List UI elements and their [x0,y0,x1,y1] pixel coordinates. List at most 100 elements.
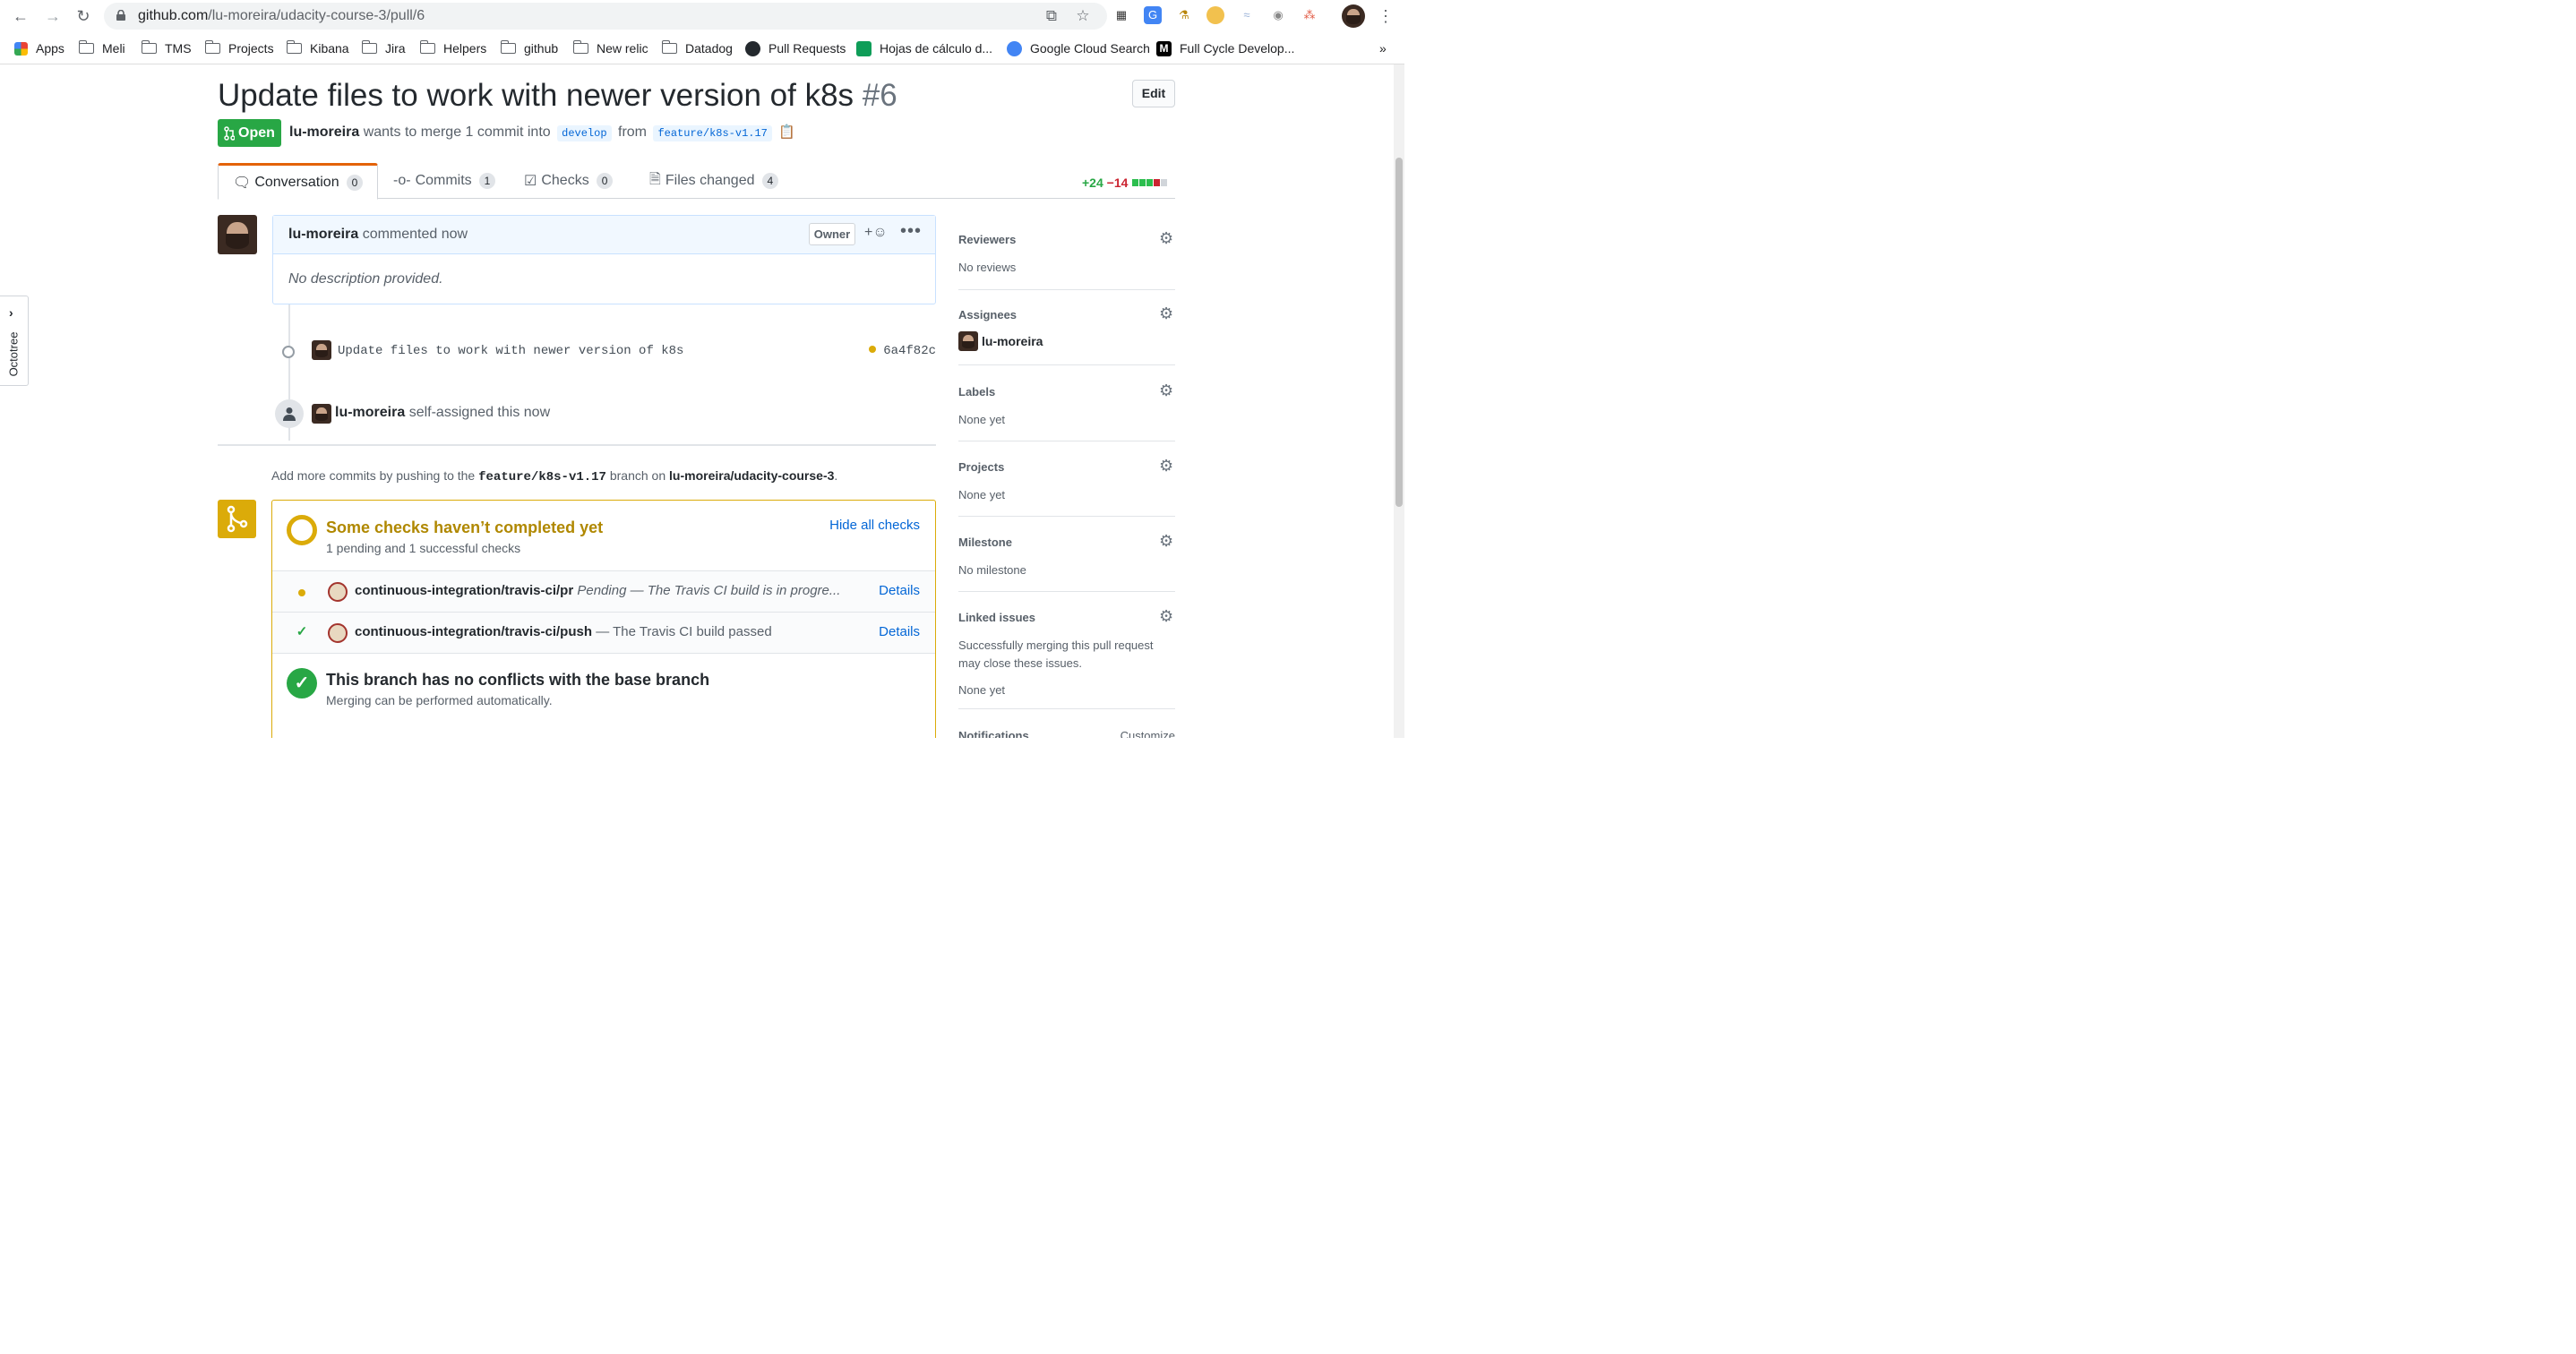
person-icon [275,399,304,428]
bookmark-kibana[interactable]: Kibana [286,39,349,57]
bookmark-tms[interactable]: TMS [141,39,192,57]
folder-icon [419,40,435,54]
star-icon[interactable]: ☆ [1074,7,1092,25]
hide-all-checks-link[interactable]: Hide all checks [829,518,920,533]
avatar[interactable] [958,331,978,351]
back-arrow-icon[interactable]: ← [9,4,32,28]
customize-button[interactable]: Customize [1121,729,1175,738]
avatar[interactable] [312,340,331,360]
pull-request-icon [224,125,236,141]
cloud-search-icon [1007,40,1022,56]
gear-icon[interactable]: ⚙ [1159,305,1175,321]
details-link[interactable]: Details [879,583,920,598]
bookmark-pull-requests[interactable]: Pull Requests [745,39,846,57]
head-branch[interactable]: feature/k8s-v1.17 [653,125,772,141]
merge-checks-box: Some checks haven’t completed yet 1 pend… [271,500,936,738]
bookmark-meli[interactable]: Meli [78,39,125,57]
bookmark-datadog[interactable]: Datadog [661,39,733,57]
qr-extension-icon[interactable]: ▦ [1112,6,1130,24]
sidebar-value: None yet [958,413,1006,426]
gear-icon[interactable]: ⚙ [1159,458,1175,474]
sidebar-assignees[interactable]: Assignees ⚙ lu-moreira [958,305,1175,365]
scrollbar[interactable] [1394,64,1404,738]
comment-author[interactable]: lu-moreira [288,227,358,242]
bookmark-google-cloud-search[interactable]: Google Cloud Search [1007,39,1150,57]
more-options-icon[interactable]: ••• [900,221,922,242]
gear-icon[interactable]: ⚙ [1159,230,1175,246]
sidebar-value: No milestone [958,563,1026,577]
sidebar-heading: Linked issues [958,611,1035,624]
merge-text: wants to merge 1 commit into [363,124,551,140]
profile-avatar[interactable] [1342,4,1365,28]
details-link[interactable]: Details [879,624,920,639]
bookmark-label: Hojas de cálculo d... [880,41,993,56]
bookmark-label: Helpers [443,41,487,56]
sidebar-reviewers[interactable]: Reviewers ⚙ No reviews [958,230,1175,290]
folder-icon [572,40,588,54]
tab-checks[interactable]: ☑ Checks 0 [524,163,614,199]
cloud-extension-icon[interactable]: ≈ [1238,6,1256,24]
bookmark-helpers[interactable]: Helpers [419,39,487,57]
avatar[interactable] [312,404,331,424]
bookmark-label: Full Cycle Develop... [1180,41,1295,56]
assignee-link[interactable]: lu-moreira [335,405,405,420]
gear-icon[interactable]: ⚙ [1159,533,1175,549]
sidebar-projects[interactable]: Projects ⚙ None yet [958,458,1175,517]
edit-button[interactable]: Edit [1132,80,1175,107]
gear-icon[interactable]: ⚙ [1159,608,1175,624]
comment-body: No description provided. [288,271,443,287]
from-text: from [618,124,647,140]
octotree-toggle[interactable]: › Octotree [0,296,29,386]
bookmark-apps[interactable]: Apps [14,39,64,57]
assignee-name[interactable]: lu-moreira [982,332,1043,350]
file-diff-icon: 🗎 [649,171,661,187]
reload-icon[interactable]: ↻ [72,4,95,28]
avatar[interactable] [218,215,257,254]
github-icon [745,40,760,56]
assign-text: lu-moreira self-assigned this now [335,405,551,420]
repo-link[interactable]: lu-moreira/udacity-course-3 [669,468,834,483]
google-translate-extension-icon[interactable]: G [1144,6,1162,24]
bookmark-github[interactable]: github [500,39,558,57]
commit-message[interactable]: Update files to work with newer version … [338,344,683,358]
author-link[interactable]: lu-moreira [289,124,359,140]
tab-commits[interactable]: -o- Commits 1 [393,163,496,199]
folder-icon [204,40,220,54]
folder-icon [661,40,677,54]
bookmark-full-cycle-develop[interactable]: M Full Cycle Develop... [1156,39,1294,57]
clipboard-icon[interactable]: 📋 [778,124,795,140]
tab-counter: 0 [346,174,364,191]
address-bar[interactable]: github.com/lu-moreira/udacity-course-3/p… [104,3,1107,30]
base-branch[interactable]: develop [557,125,612,141]
translate-icon[interactable]: ⧉ [1043,7,1060,25]
sidebar-milestone[interactable]: Milestone ⚙ No milestone [958,533,1175,592]
network-extension-icon[interactable]: ⁂ [1301,6,1318,24]
bookmark-projects[interactable]: Projects [204,39,274,57]
commit-icon [282,346,295,358]
pending-dot-icon [296,585,308,601]
forward-arrow-icon[interactable]: → [41,4,64,28]
face-extension-icon[interactable] [1206,6,1224,24]
status-label: Open [238,124,275,141]
browser-menu-icon[interactable]: ⋮ [1374,4,1397,28]
bookmark-new-relic[interactable]: New relic [572,39,648,57]
sidebar-linked-issues[interactable]: Linked issues ⚙ Successfully merging thi… [958,608,1175,709]
owner-label: Owner [809,223,855,245]
git-merge-icon [218,500,256,538]
pending-status-icon [869,346,877,353]
bookmarks-overflow-icon[interactable]: » [1379,39,1387,57]
tab-conversation[interactable]: 🗨 Conversation 0 [218,163,379,200]
commit-sha[interactable]: 6a4f82c [869,344,936,358]
gear-icon[interactable]: ⚙ [1159,382,1175,398]
flask-extension-icon[interactable]: ⚗ [1175,6,1193,24]
branch-name: feature/k8s-v1.17 [478,470,606,484]
add-reaction-icon[interactable]: +☺ [864,225,888,241]
tab-files-changed[interactable]: 🗎 Files changed 4 [649,163,779,199]
sidebar-heading: Milestone [958,536,1012,549]
bookmark-jira[interactable]: Jira [361,39,406,57]
camera-extension-icon[interactable]: ◉ [1269,6,1287,24]
scrollbar-thumb[interactable] [1395,158,1403,507]
bookmark-hojas-de-c-lculo-d[interactable]: Hojas de cálculo d... [856,39,992,57]
sidebar-labels[interactable]: Labels ⚙ None yet [958,382,1175,441]
folder-icon [78,40,94,54]
